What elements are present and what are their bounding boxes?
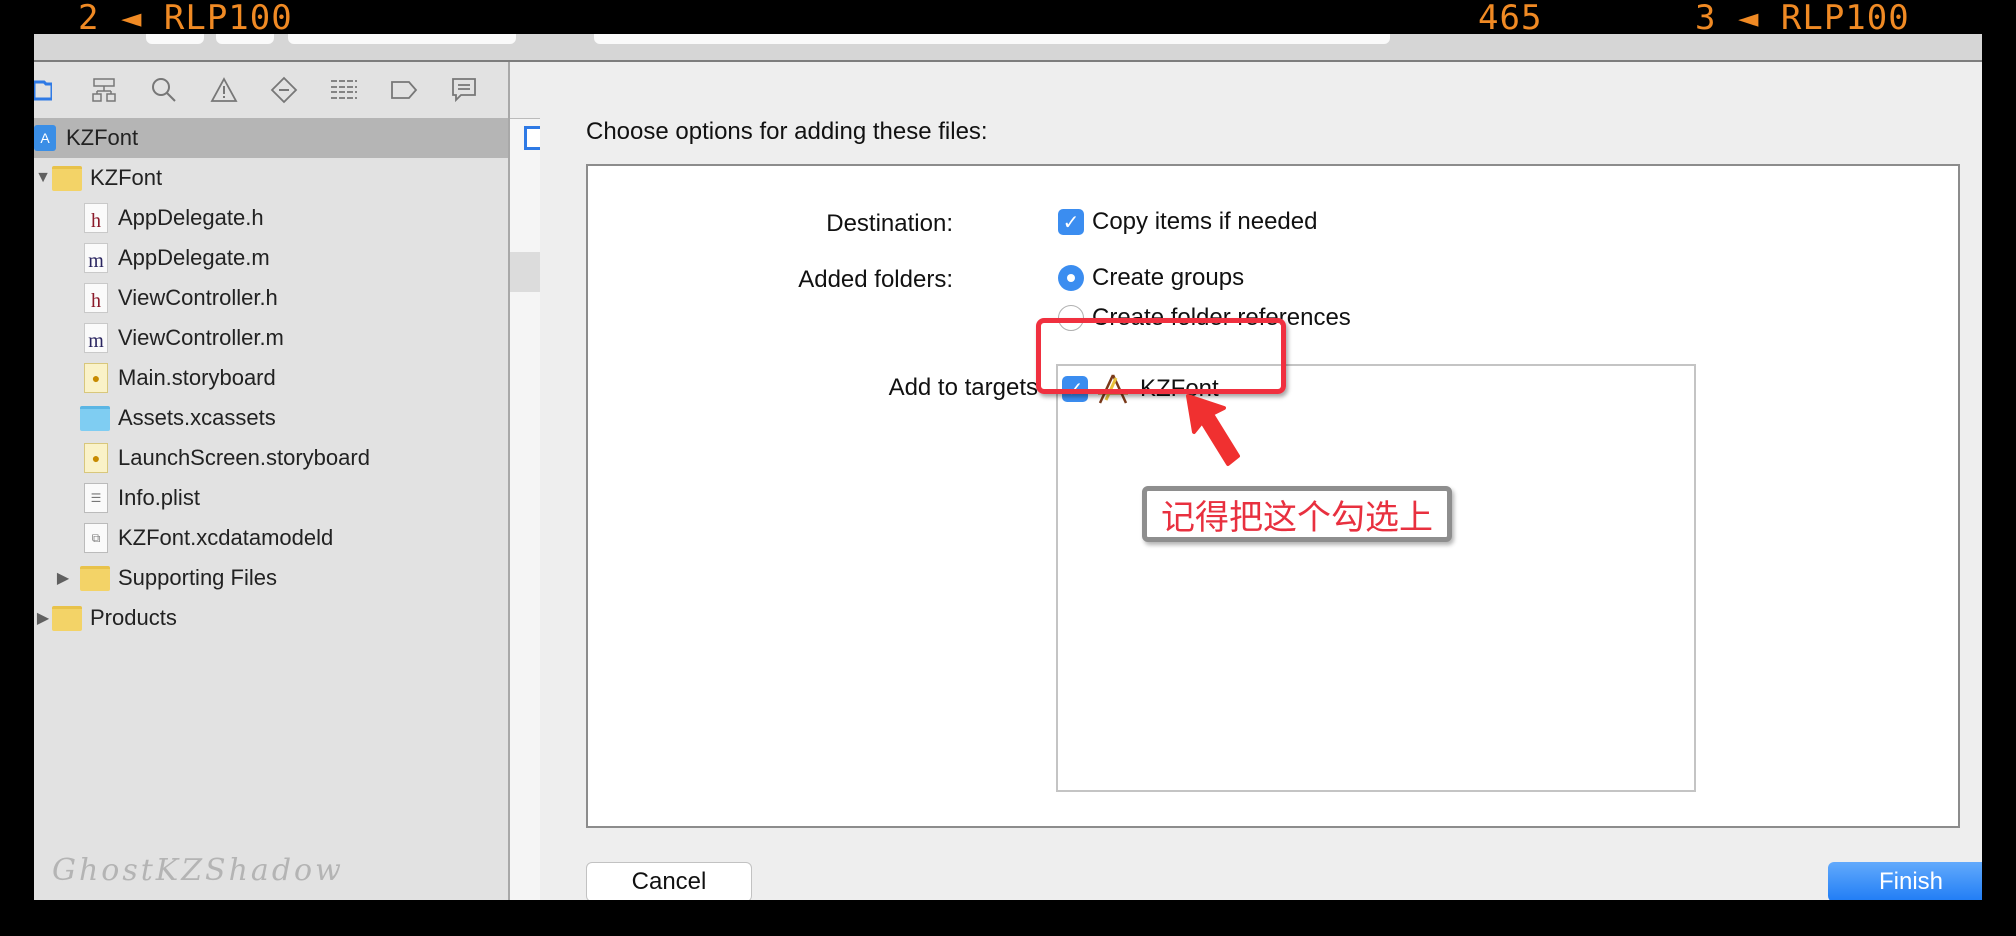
tree-item-label: Supporting Files (118, 565, 277, 590)
tree-item-file[interactable]: h AppDelegate.h (34, 198, 508, 238)
tree-item-label: Main.storyboard (118, 365, 276, 390)
disclosure-collapsed-icon[interactable]: ▶ (54, 568, 72, 588)
gutter-highlight (510, 252, 540, 292)
implementation-file-icon: m (84, 243, 108, 273)
warning-icon[interactable] (194, 70, 254, 110)
tree-item-label: ViewController.m (118, 325, 284, 350)
tree-item-label: Products (90, 605, 177, 630)
tree-item-label: LaunchScreen.storyboard (118, 445, 370, 470)
comment-icon[interactable] (434, 70, 494, 110)
create-groups-label: Create groups (1092, 264, 1245, 291)
file-tree: A KZFont ▼ KZFont h AppDelegate.h m AppD… (34, 118, 508, 638)
annotation-arrow-icon (1186, 394, 1240, 466)
folder-icon (80, 565, 110, 591)
annotation-callout: 记得把这个勾选上 (1142, 486, 1452, 542)
destination-label: Destination: (826, 210, 953, 237)
toolbar-button[interactable] (146, 34, 204, 44)
hierarchy-icon[interactable] (74, 70, 134, 110)
tree-item-label: Assets.xcassets (118, 405, 276, 430)
watermark: GhostKZShadow (52, 853, 344, 888)
tree-item-file[interactable]: m ViewController.m (34, 318, 508, 358)
folder-icon[interactable] (34, 70, 56, 110)
tree-item-file[interactable]: ⧉ KZFont.xcdatamodeld (34, 518, 508, 558)
scheme-selector[interactable] (288, 34, 516, 44)
header-file-icon: h (84, 283, 108, 313)
toolbar-button[interactable] (216, 34, 274, 44)
plist-icon: ☰ (84, 483, 108, 513)
create-groups-radio[interactable]: Create groups (1058, 264, 1244, 292)
project-icon: A (34, 125, 56, 151)
cancel-button[interactable]: Cancel (586, 862, 752, 900)
overlay-label-left: 2 ◄ RLP100 (78, 0, 293, 38)
project-navigator: A KZFont ▼ KZFont h AppDelegate.h m AppD… (34, 62, 510, 900)
tree-item-folder[interactable]: ▶ Products (34, 598, 508, 638)
folder-icon (52, 165, 82, 191)
grid-icon[interactable] (510, 62, 540, 119)
disclosure-expanded-icon[interactable]: ▼ (34, 169, 52, 187)
tree-item-folder[interactable]: ▼ KZFont (34, 158, 508, 198)
tree-item-file[interactable]: h ViewController.h (34, 278, 508, 318)
overlay-label-right: 3 ◄ RLP100 (1695, 0, 1910, 38)
tree-item-file[interactable]: Assets.xcassets (34, 398, 508, 438)
tree-item-label: AppDelegate.m (118, 245, 270, 270)
tree-item-label: Info.plist (118, 485, 200, 510)
search-icon[interactable] (134, 70, 194, 110)
test-diamond-icon[interactable] (254, 70, 314, 110)
tree-item-file[interactable]: ● LaunchScreen.storyboard (34, 438, 508, 478)
finish-button[interactable]: Finish (1828, 862, 1982, 900)
copy-items-checkbox[interactable]: ✓ Copy items if needed (1058, 208, 1317, 236)
folder-icon (52, 605, 82, 631)
tag-icon[interactable] (374, 70, 434, 110)
dialog-title: Choose options for adding these files: (586, 118, 988, 145)
asset-catalog-icon (80, 405, 110, 431)
tree-item-label: ViewController.h (118, 285, 278, 310)
data-model-icon: ⧉ (84, 523, 108, 553)
implementation-file-icon: m (84, 323, 108, 353)
add-files-dialog: Choose options for adding these files: D… (540, 62, 1982, 900)
overlay-counter: 465 (1478, 0, 1543, 38)
tree-item-label: AppDelegate.h (118, 205, 264, 230)
copy-items-label: Copy items if needed (1092, 208, 1318, 235)
added-folders-label: Added folders: (798, 266, 953, 293)
navigator-selector-bar (34, 62, 508, 118)
activity-viewer (594, 34, 1390, 44)
tree-item-label: KZFont (66, 125, 139, 150)
xcode-window: A KZFont ▼ KZFont h AppDelegate.h m AppD… (34, 34, 1982, 900)
toolbar (34, 34, 1982, 62)
annotation-highlight-box (1036, 318, 1286, 394)
tree-item-label: KZFont.xcdatamodeld (118, 525, 334, 550)
storyboard-icon: ● (84, 443, 108, 473)
disclosure-collapsed-icon[interactable]: ▶ (34, 608, 52, 628)
tree-item-folder[interactable]: ▶ Supporting Files (34, 558, 508, 598)
header-file-icon: h (84, 203, 108, 233)
list-icon[interactable] (314, 70, 374, 110)
tree-item-file[interactable]: m AppDelegate.m (34, 238, 508, 278)
storyboard-icon: ● (84, 363, 108, 393)
add-to-targets-label: Add to targets (888, 374, 1038, 401)
tree-item-file[interactable]: ● Main.storyboard (34, 358, 508, 398)
radio-selected-icon[interactable] (1058, 265, 1084, 291)
tree-item-label: KZFont (90, 165, 163, 190)
editor-gutter (510, 62, 543, 900)
targets-list: ✓ KZFont (1056, 364, 1696, 792)
checkmark-icon[interactable]: ✓ (1058, 209, 1084, 235)
tree-item-project[interactable]: A KZFont (34, 118, 508, 158)
tree-item-file[interactable]: ☰ Info.plist (34, 478, 508, 518)
